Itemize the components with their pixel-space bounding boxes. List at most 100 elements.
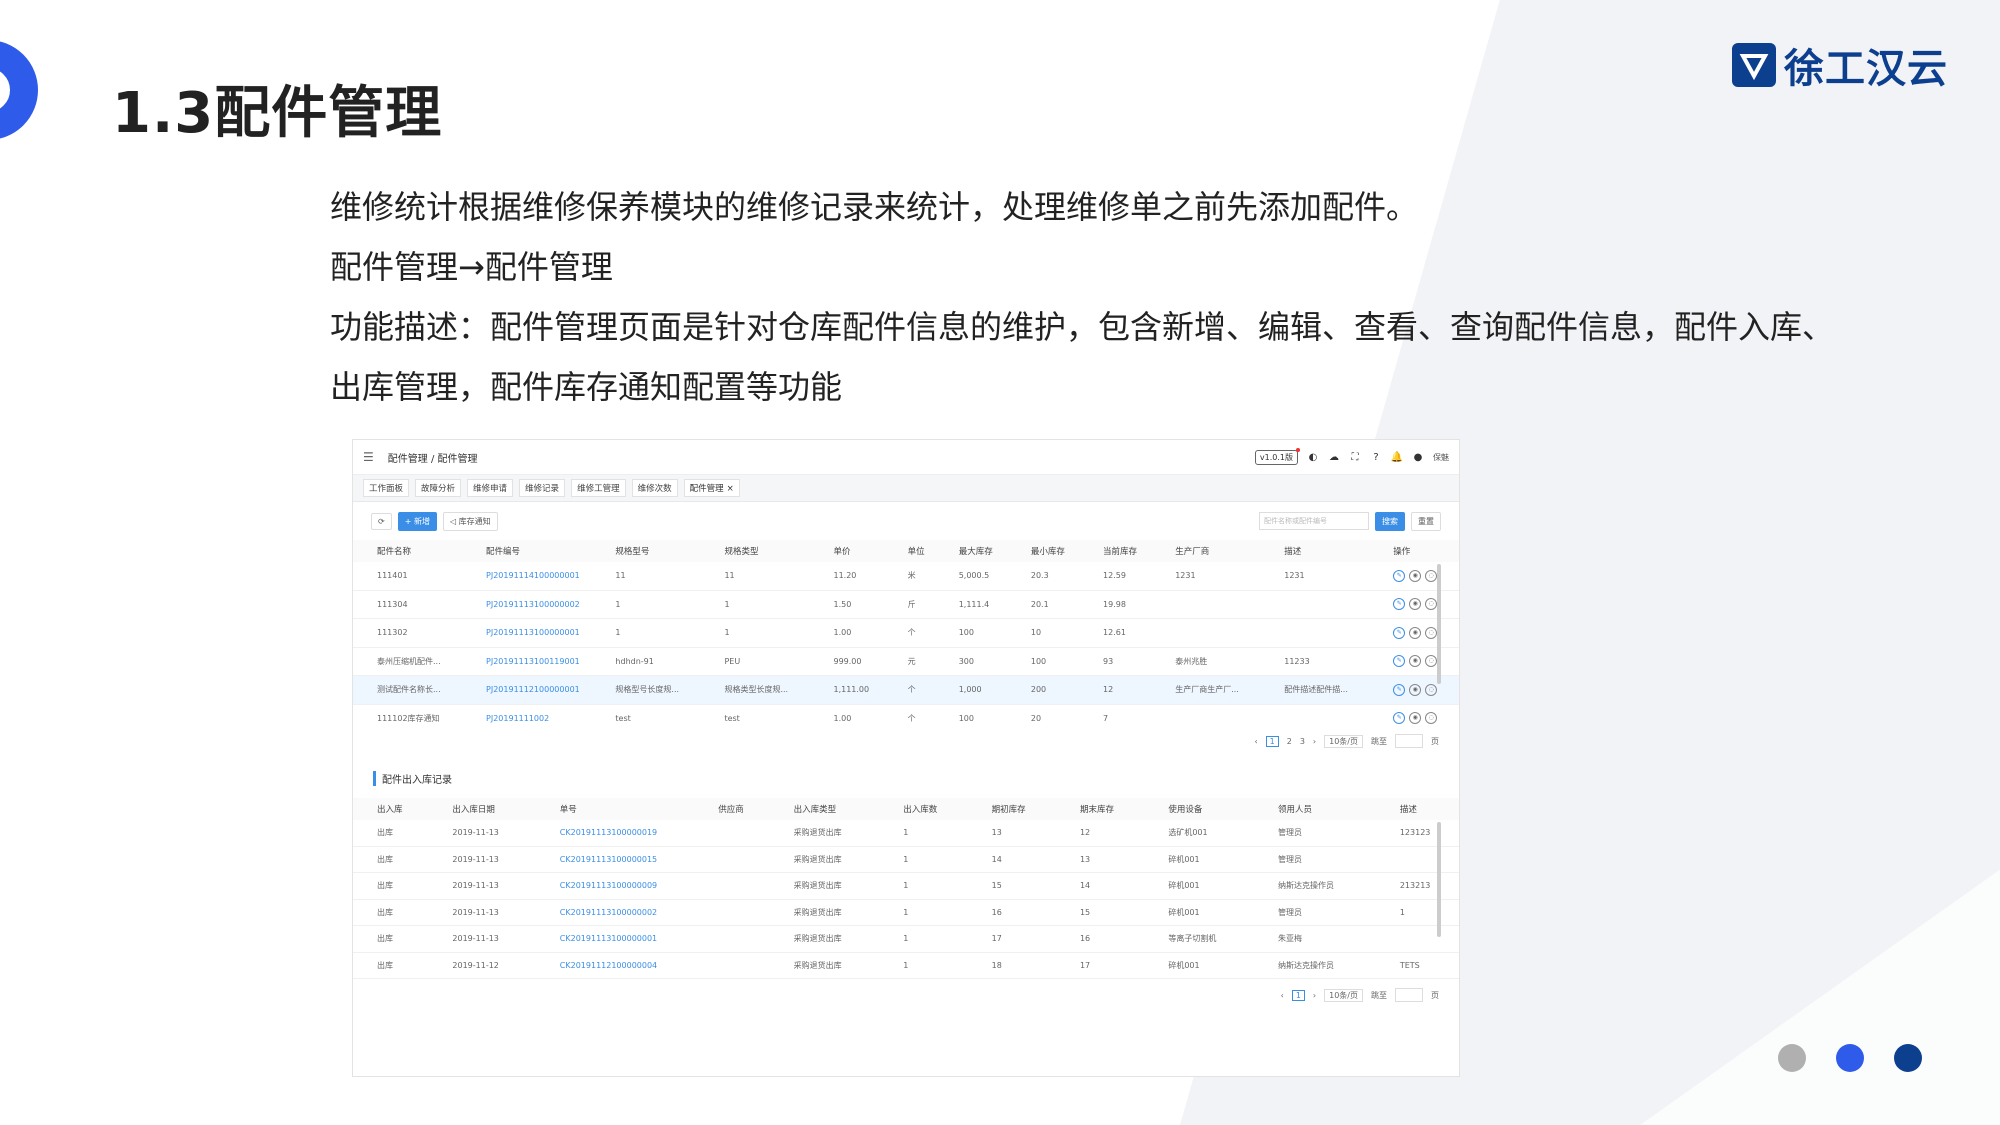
parts-row[interactable]: 111302 PJ20191113100000001 1 1 1.00 个 100 10 12.… (353, 618, 1459, 648)
reset-button[interactable]: 重置 (1411, 511, 1441, 531)
parts-cell (1151, 704, 1261, 729)
delete-icon[interactable]: ◌ (1425, 683, 1438, 696)
tab-repair-count[interactable]: 维修次数 (631, 479, 678, 497)
dot-navy (1894, 1044, 1922, 1072)
parts-cell[interactable]: PJ20191111002 (462, 704, 592, 729)
records-cell: 管理员 (1253, 899, 1376, 926)
records-cell[interactable]: CK20191112100000003 (535, 978, 695, 983)
menu-icon[interactable]: ☰ (363, 450, 374, 464)
page-3[interactable]: 3 (1300, 737, 1305, 746)
records-cell[interactable]: CK20191113100000009 (535, 872, 695, 900)
page-2[interactable]: 2 (1287, 737, 1292, 746)
tab-fault-analysis[interactable]: 故障分析 (415, 479, 462, 497)
delete-icon[interactable]: ◌ (1425, 712, 1438, 725)
edit-icon[interactable]: ✎ (1393, 598, 1406, 611)
parts-row[interactable]: 测试配件名称长... PJ20191112100000001 规格型号长度规... 规… (353, 675, 1459, 705)
paragraph-2: 配件管理→配件管理 (330, 248, 613, 286)
parts-cell[interactable]: PJ20191113100000002 (462, 590, 592, 619)
tab-repair-request[interactable]: 维修申请 (467, 479, 514, 497)
records-row[interactable]: 出库 2019-11-12 CK20191112100000004 采购退货出库 1 18… (353, 952, 1459, 979)
page-size-select[interactable]: 10条/页 (1324, 988, 1363, 1002)
records-row[interactable]: 出库 2019-11-13 CK20191113100000002 采购退货出库 1 16… (353, 899, 1459, 926)
view-icon[interactable]: ◉ (1409, 626, 1422, 639)
page-size-select[interactable]: 10条/页 (1324, 734, 1363, 748)
parts-row[interactable]: 泰州压缩机配件... PJ20191113100119001 hdhdn-91 PEU… (353, 647, 1459, 676)
delete-icon[interactable]: ◌ (1425, 655, 1438, 668)
tab-repairman[interactable]: 维修工管理 (571, 479, 626, 497)
parts-cell: 1231 (1151, 562, 1261, 591)
records-header: 供应商 (694, 798, 770, 820)
next-page-icon[interactable]: › (1313, 991, 1316, 1000)
records-scrollbar[interactable] (1437, 822, 1441, 937)
user-name[interactable]: 保魅 (1433, 452, 1449, 463)
records-cell[interactable]: CK20191113100000002 (535, 899, 695, 926)
prev-page-icon[interactable]: ‹ (1281, 991, 1284, 1000)
records-row[interactable]: 出库 2019-11-13 CK20191113100000001 采购退货出库 1 17… (353, 925, 1459, 953)
tab-parts[interactable]: 配件管理 × (683, 479, 740, 497)
paragraph-1: 维修统计根据维修保养模块的维修记录来统计，处理维修单之前先添加配件。 (330, 188, 1419, 226)
records-row[interactable]: 出库2019-11-12CK20191112100000003 采购退货出库119… (353, 978, 1459, 983)
search-button[interactable]: 搜索 (1375, 511, 1405, 531)
view-icon[interactable]: ◉ (1409, 712, 1422, 725)
parts-cell: 规格型号长度规... (591, 675, 701, 705)
view-icon[interactable]: ◉ (1409, 569, 1422, 582)
parts-cell[interactable]: PJ20191113100000001 (462, 618, 592, 648)
parts-cell: 100 (934, 704, 1007, 729)
version-badge[interactable]: v1.0.1版 (1254, 447, 1301, 465)
records-cell[interactable]: CK20191113100000015 (535, 846, 695, 873)
records-title: 配件出入库记录 (373, 771, 1459, 786)
records-cell[interactable]: CK20191112100000004 (535, 952, 695, 979)
prev-page-icon[interactable]: ‹ (1254, 737, 1257, 746)
delete-icon[interactable]: ◌ (1425, 598, 1438, 611)
records-row[interactable]: 出库 2019-11-13 CK20191113100000019 采购退货出库 1 13… (353, 820, 1459, 847)
page-1[interactable]: 1 (1291, 989, 1305, 1001)
parts-row[interactable]: 111304 PJ20191113100000002 1 1 1.50 斤 1,111.4 2… (353, 590, 1459, 619)
parts-cell: 1 (591, 590, 701, 619)
parts-row[interactable]: 111102库存通知 PJ20191111002 test test 1.00 个 100 2… (353, 704, 1459, 729)
view-icon[interactable]: ◉ (1409, 683, 1422, 696)
delete-icon[interactable]: ◌ (1425, 569, 1438, 582)
page-1[interactable]: 1 (1265, 735, 1279, 747)
parts-scrollbar[interactable] (1437, 564, 1441, 684)
refresh-icon[interactable]: ⟳ (371, 512, 392, 530)
parts-header: 单价 (809, 540, 884, 562)
records-table: 出入库 出入库日期 单号 供应商 出入库类型 出入库数 期初库存 期末库存 使用设备 领用人员 描述… (353, 798, 1459, 983)
jump-input[interactable] (1395, 734, 1423, 748)
fullscreen-icon[interactable]: ⛶ (1349, 451, 1361, 463)
records-row[interactable]: 出库 2019-11-13 CK20191113100000015 采购退货出库 1 14… (353, 846, 1459, 873)
parts-cell[interactable]: PJ20191113100119001 (462, 647, 592, 676)
tab-dashboard[interactable]: 工作面板 (363, 479, 410, 497)
records-cell (1375, 925, 1459, 953)
view-icon[interactable]: ◉ (1409, 598, 1422, 611)
theme-icon[interactable]: ◐ (1307, 451, 1319, 463)
bell-icon[interactable]: 🔔 (1391, 451, 1403, 463)
stock-notify-button[interactable]: ◁ 库存通知 (442, 511, 498, 531)
next-page-icon[interactable]: › (1313, 737, 1316, 746)
avatar-icon[interactable]: ● (1412, 451, 1424, 463)
edit-icon[interactable]: ✎ (1393, 569, 1406, 582)
close-icon[interactable]: × (727, 484, 734, 494)
parts-cell: 200 (1006, 675, 1080, 705)
cloud-icon[interactable]: ☁ (1328, 451, 1340, 463)
help-icon[interactable]: ? (1370, 451, 1382, 463)
search-input[interactable]: 配件名称或配件编号 (1259, 512, 1369, 530)
parts-cell[interactable]: PJ20191112100000001 (462, 675, 592, 705)
records-cell[interactable]: CK20191113100000001 (535, 925, 695, 953)
parts-row[interactable]: 111401 PJ20191114100000001 11 11 11.20 米 5,000… (353, 562, 1459, 591)
edit-icon[interactable]: ✎ (1393, 655, 1406, 668)
edit-icon[interactable]: ✎ (1393, 683, 1406, 696)
parts-cell: 个 (883, 618, 935, 648)
view-icon[interactable]: ◉ (1409, 655, 1422, 668)
jump-input[interactable] (1395, 988, 1423, 1002)
tab-repair-records[interactable]: 维修记录 (519, 479, 566, 497)
records-cell: 14 (1055, 872, 1145, 900)
edit-icon[interactable]: ✎ (1393, 626, 1406, 639)
records-row[interactable]: 出库 2019-11-13 CK20191113100000009 采购退货出库 1 15… (353, 872, 1459, 900)
records-cell[interactable]: CK20191113100000019 (535, 820, 695, 847)
add-button[interactable]: + 新增 (397, 511, 437, 531)
parts-cell: 999.00 (809, 647, 884, 676)
parts-cell[interactable]: PJ20191114100000001 (462, 562, 592, 591)
edit-icon[interactable]: ✎ (1393, 712, 1406, 725)
records-cell: 213213 (1375, 872, 1459, 900)
delete-icon[interactable]: ◌ (1425, 626, 1438, 639)
